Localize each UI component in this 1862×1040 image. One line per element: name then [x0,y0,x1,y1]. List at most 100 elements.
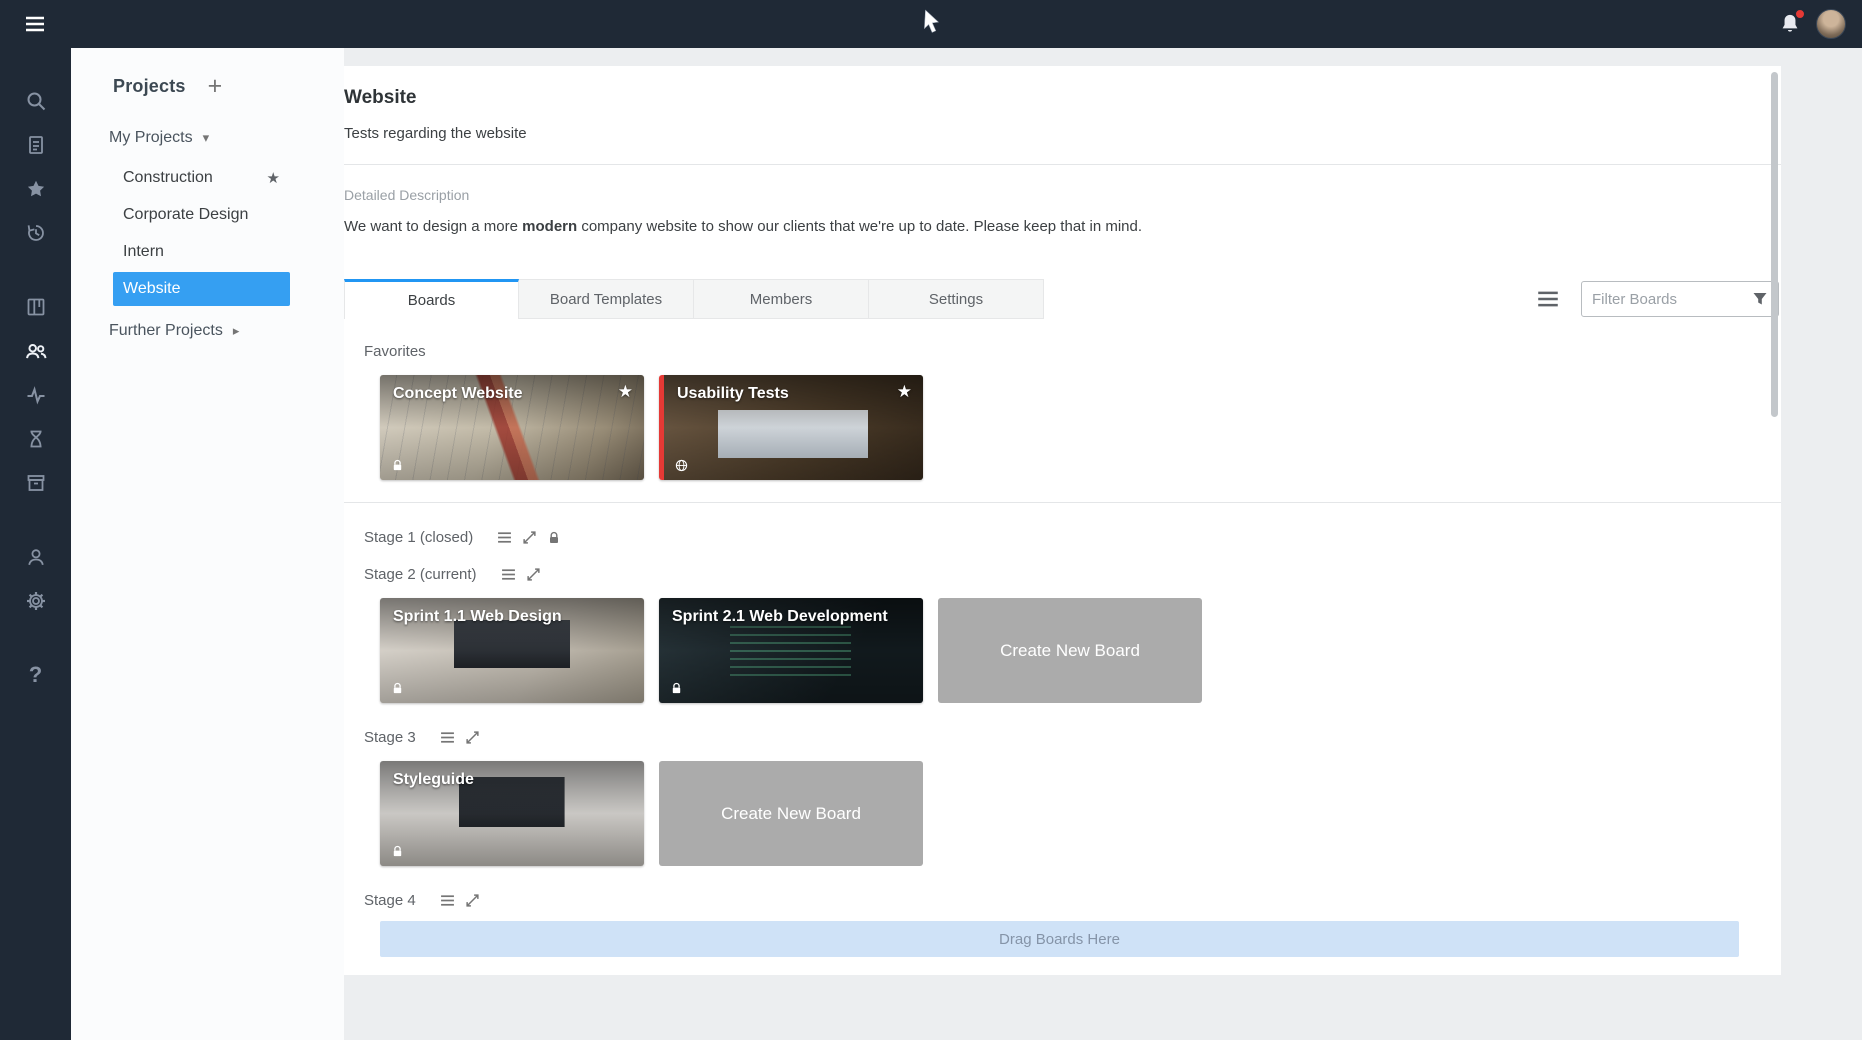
stage-1-label: Stage 1 (closed) [364,529,473,546]
board-card-sprint-1-1[interactable]: Sprint 1.1 Web Design [380,598,644,703]
activity-icon[interactable] [21,380,51,410]
board-card-concept-website[interactable]: Concept Website ★ [380,375,644,480]
stage-expand-icon[interactable] [465,730,480,745]
filter-boards-input[interactable] [1592,291,1752,308]
board-title: Sprint 2.1 Web Development [672,608,888,626]
divider [344,164,1781,165]
board-card-sprint-2-1[interactable]: Sprint 2.1 Web Development [659,598,923,703]
stage-1-header: Stage 1 (closed) [364,529,1781,546]
board-title: Sprint 1.1 Web Design [393,608,562,626]
board-card-styleguide[interactable]: Styleguide [380,761,644,866]
document-icon[interactable] [21,130,51,160]
history-icon[interactable] [21,218,51,248]
members-icon[interactable] [21,336,51,366]
project-item-label: Website [123,280,280,298]
notification-badge [1794,8,1806,20]
board-card-usability-tests[interactable]: Usability Tests ★ [659,375,923,480]
stage-3-cards: Styleguide Create New Board [380,761,1781,866]
tab-boards[interactable]: Boards [344,279,519,319]
description-pre: We want to design a more [344,218,522,235]
stage-lock-icon [547,531,561,545]
create-new-board-label: Create New Board [1000,641,1140,661]
project-list: Construction ★ Corporate Design Intern W… [71,161,344,306]
stage-expand-icon[interactable] [526,567,541,582]
stage-menu-icon[interactable] [501,567,516,582]
stage-3-header: Stage 3 [364,729,1781,746]
page-title: Website [344,87,1781,109]
notifications-button[interactable] [1778,12,1802,36]
filter-group [1537,281,1779,317]
icon-rail: ? [0,48,71,1040]
topbar-actions [1778,9,1846,39]
filter-funnel-icon [1752,291,1768,307]
add-project-button[interactable]: + [208,74,223,99]
description-text: We want to design a more modern company … [344,218,1781,235]
lock-icon [391,459,404,472]
description-post: company website to show our clients that… [577,218,1142,235]
stage-expand-icon[interactable] [465,893,480,908]
board-title: Usability Tests [677,385,789,403]
favorites-cards: Concept Website ★ Usability Tests ★ [380,375,1781,480]
stage-menu-icon[interactable] [440,730,455,745]
archive-icon[interactable] [21,468,51,498]
stage-2-label: Stage 2 (current) [364,566,477,583]
description-bold: modern [522,218,577,235]
page-subtitle: Tests regarding the website [344,125,1781,142]
tab-settings[interactable]: Settings [869,279,1044,319]
search-icon[interactable] [21,86,51,116]
view-options-icon[interactable] [1537,290,1559,308]
topbar [0,0,1862,48]
stage-3-label: Stage 3 [364,729,416,746]
hourglass-icon[interactable] [21,424,51,454]
user-avatar[interactable] [1816,9,1846,39]
favorite-star-icon[interactable]: ★ [897,382,912,402]
my-projects-label: My Projects [109,129,193,147]
stage-menu-icon[interactable] [497,530,512,545]
project-item-corporate-design[interactable]: Corporate Design [113,198,290,232]
create-new-board-label: Create New Board [721,804,861,824]
star-icon[interactable] [21,174,51,204]
lock-icon [670,682,683,695]
favorite-star-icon[interactable]: ★ [618,382,633,402]
stage-expand-icon[interactable] [522,530,537,545]
project-item-website[interactable]: Website [113,272,290,306]
boards-icon[interactable] [21,292,51,322]
create-new-board-button[interactable]: Create New Board [659,761,923,866]
filter-box [1581,281,1779,317]
drag-boards-dropzone[interactable]: Drag Boards Here [380,921,1739,957]
stage-menu-icon[interactable] [440,893,455,908]
stage-4-header: Stage 4 [364,892,1781,909]
project-item-intern[interactable]: Intern [113,235,290,269]
board-title: Concept Website [393,385,523,403]
create-new-board-button[interactable]: Create New Board [938,598,1202,703]
my-projects-toggle[interactable]: My Projects ▾ [109,129,344,147]
profile-icon[interactable] [21,542,51,572]
menu-toggle-button[interactable] [24,13,46,35]
project-item-label: Intern [123,243,280,261]
project-item-label: Corporate Design [123,206,280,224]
tab-members[interactable]: Members [694,279,869,319]
favorite-star-icon[interactable]: ★ [267,169,280,187]
help-icon[interactable]: ? [21,660,51,690]
chevron-right-icon: ▸ [233,323,240,339]
help-glyph: ? [29,662,42,688]
stage-2-cards: Sprint 1.1 Web Design Sprint 2.1 Web Dev… [380,598,1781,703]
project-item-construction[interactable]: Construction ★ [113,161,290,195]
board-title: Styleguide [393,771,474,789]
stage-4-label: Stage 4 [364,892,416,909]
app-logo-icon[interactable] [920,9,942,37]
settings-gear-icon[interactable] [21,586,51,616]
globe-icon [675,459,688,472]
project-detail-panel: Website Tests regarding the website Deta… [344,66,1781,975]
description-label: Detailed Description [344,187,1781,203]
tab-board-templates[interactable]: Board Templates [519,279,694,319]
tab-bar: Boards Board Templates Members Settings [344,279,1044,319]
scrollbar[interactable] [1771,72,1778,417]
further-projects-toggle[interactable]: Further Projects ▸ [109,322,344,340]
stage-2-header: Stage 2 (current) [364,566,1781,583]
main-area: Website Tests regarding the website Deta… [344,48,1862,1040]
project-item-label: Construction [123,169,267,187]
favorites-label: Favorites [364,343,1781,360]
divider [344,502,1781,503]
projects-panel: Projects + My Projects ▾ Construction ★ … [71,48,344,1040]
